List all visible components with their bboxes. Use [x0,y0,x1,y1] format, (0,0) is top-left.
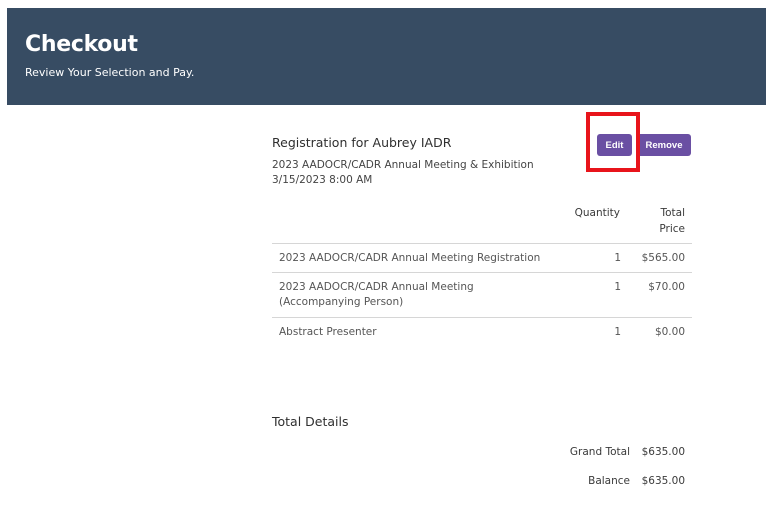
total-price-header-line1: Total [660,207,685,219]
total-price-header-line2: Price [659,223,685,235]
table-divider [272,317,692,318]
grand-total-value: $635.00 [641,446,685,458]
event-date: 3/15/2023 8:00 AM [272,174,373,186]
item-price: $0.00 [654,326,685,338]
item-name: 2023 AADOCR/CADR Annual Meeting (Accompa… [279,281,474,308]
item-price: $565.00 [641,252,685,264]
page-subtitle: Review Your Selection and Pay. [25,66,195,79]
item-quantity: 1 [614,326,621,338]
item-quantity: 1 [614,281,621,293]
total-price-column-header: Total Price [630,205,685,237]
table-divider [272,243,692,244]
quantity-column-header: Quantity [560,205,620,221]
balance-label: Balance [588,475,630,487]
balance-value: $635.00 [641,475,685,487]
edit-button[interactable]: Edit [597,134,632,156]
remove-button[interactable]: Remove [637,134,691,156]
item-quantity: 1 [614,252,621,264]
event-name: 2023 AADOCR/CADR Annual Meeting & Exhibi… [272,159,534,171]
quantity-header-label: Quantity [574,207,620,219]
item-price: $70.00 [648,281,685,293]
total-details-heading: Total Details [272,414,349,429]
registration-title: Registration for Aubrey IADR [272,135,452,150]
page-title: Checkout [25,32,138,57]
page-header: Checkout Review Your Selection and Pay. [7,8,766,105]
item-name: 2023 AADOCR/CADR Annual Meeting Registra… [279,252,541,264]
grand-total-label: Grand Total [569,446,630,458]
item-name: Abstract Presenter [279,326,377,338]
table-divider [272,272,692,273]
